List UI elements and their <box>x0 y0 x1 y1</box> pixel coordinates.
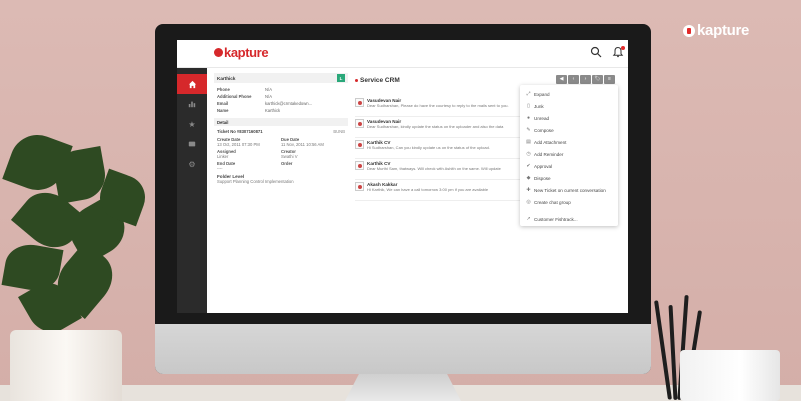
group-icon: ◎ <box>526 199 531 205</box>
customer-panel: Karthick L Phone N/A Additional Phone N/A … <box>214 73 348 231</box>
rail-reports[interactable] <box>177 94 207 114</box>
app-logo-mark-icon <box>214 48 223 57</box>
app-topbar: kapture <box>177 40 628 68</box>
bell-icon[interactable] <box>611 46 625 60</box>
rail-messages[interactable] <box>177 134 207 154</box>
avatar <box>355 182 364 191</box>
app-screen: kapture ★ ⚙ Karthick L Phone N/A Additio… <box>177 40 628 313</box>
rail-settings[interactable]: ⚙ <box>177 154 207 174</box>
menu-item-expand[interactable]: ⤢ Expand <box>520 88 618 100</box>
avatar <box>355 119 364 128</box>
field-row: Email karthick@crmtakedown... <box>217 101 313 106</box>
tag-icon: ◆ <box>526 175 531 181</box>
settings-icon: ⚙ <box>188 159 196 169</box>
plant-pot <box>10 330 122 401</box>
lock-icon: ▯ <box>527 103 530 109</box>
star-icon: ★ <box>188 119 196 129</box>
main-content: Karthick L Phone N/A Additional Phone N/A … <box>207 68 628 313</box>
home-icon <box>188 80 196 88</box>
brand-name: kapture <box>697 22 750 39</box>
menu-item-customer-fishtrack[interactable]: ↗ Customer Fishtrack... <box>520 213 618 225</box>
customer-badge: L <box>337 74 345 82</box>
monitor-chin <box>155 324 651 374</box>
tag-button[interactable]: 🏷 <box>592 75 603 84</box>
avatar <box>355 98 364 107</box>
next-button[interactable]: › <box>580 75 591 84</box>
ticket-icon: ✚ <box>526 187 531 193</box>
rail-favorites[interactable]: ★ <box>177 114 207 134</box>
menu-item-approval[interactable]: ✔ Approval <box>520 160 618 172</box>
ticket-status: BUNB <box>333 129 345 134</box>
nav-rail: ★ ⚙ <box>177 68 207 313</box>
reminder-icon: ◷ <box>526 151 531 157</box>
app-logo-text: kapture <box>224 45 269 60</box>
pencil-icon: ✎ <box>526 127 531 133</box>
notification-dot <box>621 46 625 50</box>
chat-icon <box>188 141 196 147</box>
conversation-toolbar: ◀ ‹ › 🏷 ≡ <box>556 75 615 84</box>
customer-header: Karthick L <box>214 73 348 83</box>
conversation-actions-menu: ⤢ Expand ▯ Junk ● Unread ✎ Compose ▤ Add Atta… <box>520 85 618 226</box>
circle-icon: ● <box>526 115 531 121</box>
avatar <box>355 161 364 170</box>
menu-item-create-chat-group[interactable]: ◎ Create chat group <box>520 196 618 208</box>
menu-item-dispose[interactable]: ◆ Dispose <box>520 172 618 184</box>
customer-name: Karthick <box>217 75 236 81</box>
chart-icon <box>188 101 196 108</box>
first-button[interactable]: ◀ <box>556 75 567 84</box>
status-dot <box>355 79 358 82</box>
field-row: Phone N/A <box>217 87 272 92</box>
avatar <box>355 140 364 149</box>
monitor-stand <box>345 374 461 401</box>
menu-item-junk[interactable]: ▯ Junk <box>520 100 618 112</box>
service-title: Service CRM <box>355 77 400 84</box>
menu-item-compose[interactable]: ✎ Compose <box>520 124 618 136</box>
field-row: Additional Phone N/A <box>217 94 272 99</box>
menu-button[interactable]: ≡ <box>604 75 615 84</box>
folder-value: Support Planning Control Implementation <box>217 179 294 184</box>
ticket-details: Create Date 13 Oct, 2011 07:30 PM Due Dat… <box>217 137 324 171</box>
search-icon[interactable] <box>589 46 603 60</box>
menu-item-add-attachment[interactable]: ▤ Add Attachment <box>520 136 618 148</box>
app-logo[interactable]: kapture <box>214 45 269 60</box>
brand-mark-icon <box>683 24 695 37</box>
menu-item-new-ticket[interactable]: ✚ New Ticket on current conversation <box>520 184 618 196</box>
service-title-text: Service CRM <box>360 77 400 84</box>
menu-item-add-reminder[interactable]: ◷ Add Reminder <box>520 148 618 160</box>
detail-section-title: Detail <box>214 118 348 126</box>
prev-button[interactable]: ‹ <box>568 75 579 84</box>
expand-icon: ⤢ <box>526 91 531 97</box>
attachment-icon: ▤ <box>526 139 531 145</box>
mug <box>680 350 780 401</box>
ticket-row[interactable]: Ticket No #8307160871 BUNB <box>214 128 348 135</box>
ticket-number: Ticket No #8307160871 <box>217 129 263 134</box>
rail-home[interactable] <box>177 74 207 94</box>
approve-icon: ✔ <box>526 163 531 169</box>
menu-item-unread[interactable]: ● Unread <box>520 112 618 124</box>
brand-logo: kapture <box>683 22 749 39</box>
field-row: Name Karthick <box>217 108 281 113</box>
external-icon: ↗ <box>526 216 531 222</box>
